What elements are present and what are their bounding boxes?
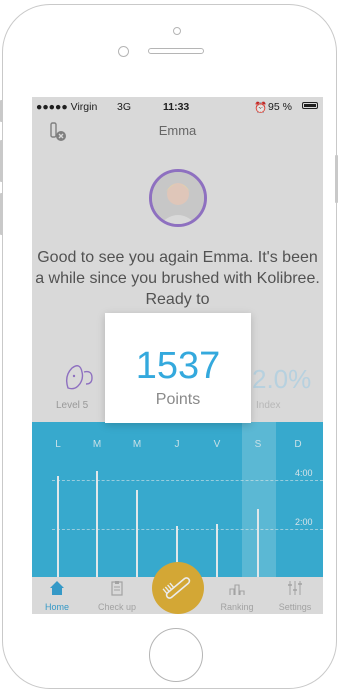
app-screen: ●●●●● Virgin 3G 11:33 ⏰ 95 % Emma Good t…	[32, 97, 323, 614]
home-button[interactable]	[149, 628, 203, 682]
points-popup[interactable]: 1537 Points	[105, 313, 251, 423]
points-value: 1537	[135, 345, 221, 387]
power-button	[335, 155, 338, 203]
front-camera	[118, 46, 129, 57]
sensor-dot	[173, 27, 181, 35]
mute-switch	[0, 100, 3, 122]
volume-down-button	[0, 193, 3, 235]
points-label: Points	[155, 391, 201, 408]
earpiece-speaker	[148, 48, 204, 54]
volume-up-button	[0, 140, 3, 182]
